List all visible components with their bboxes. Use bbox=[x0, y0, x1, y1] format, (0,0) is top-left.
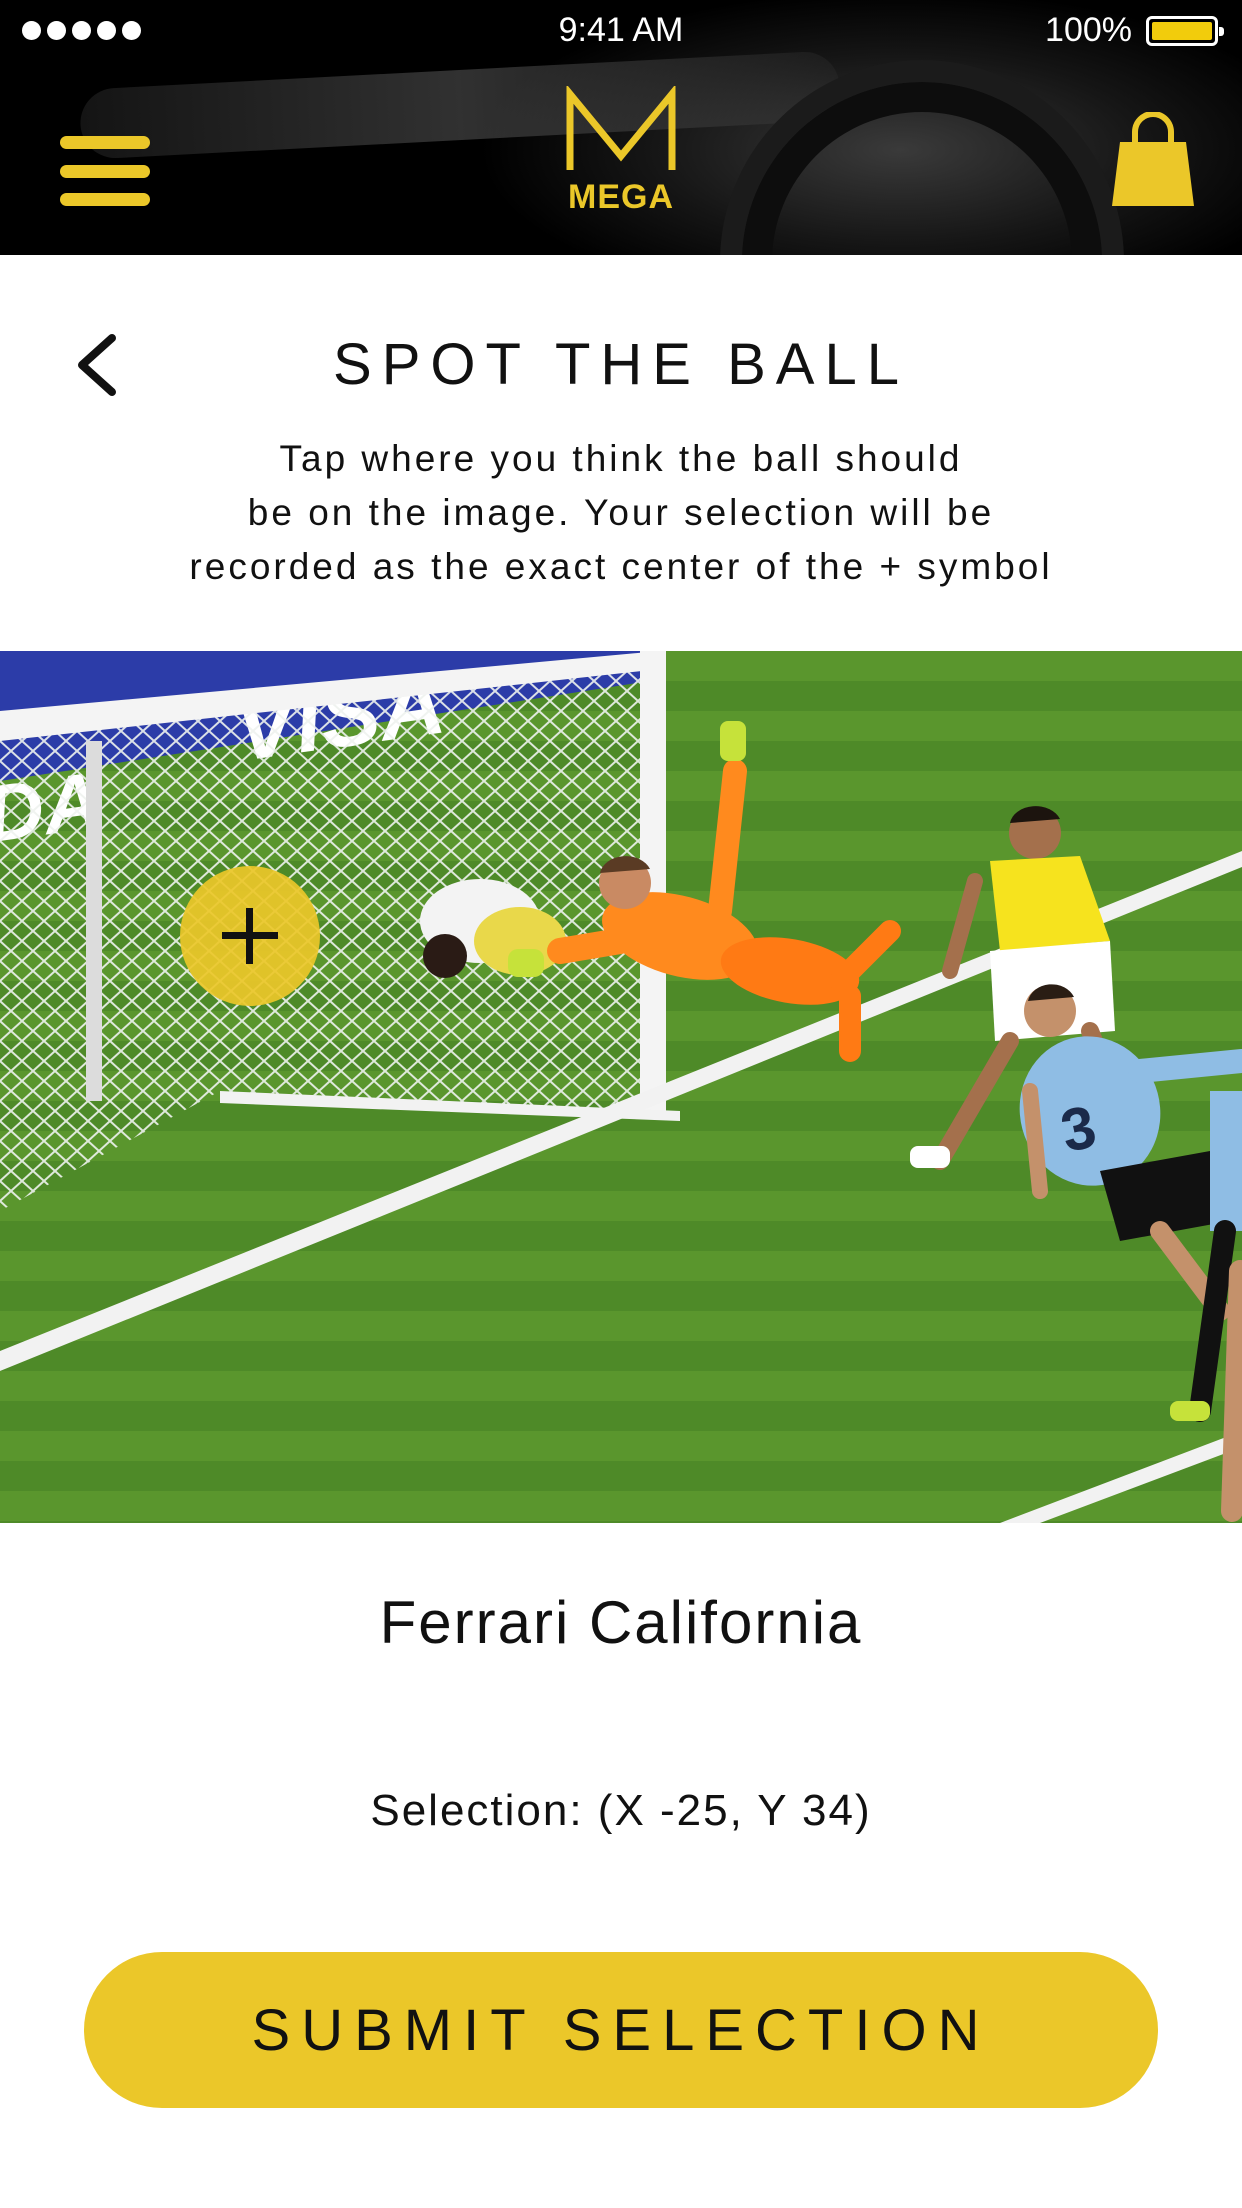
instructions-line: be on the image. Your selection will be bbox=[247, 492, 995, 533]
spot-the-ball-image[interactable]: VISA DA bbox=[0, 651, 1242, 1523]
title-row: SPOT THE BALL bbox=[0, 315, 1242, 415]
selection-coordinates: Selection: (X -25, Y 34) bbox=[370, 1786, 872, 1835]
mega-logo: MEGA bbox=[560, 84, 682, 216]
instructions: Tap where you think the ball should be o… bbox=[120, 432, 1122, 594]
header-background-car bbox=[78, 50, 842, 160]
logo-m-icon bbox=[566, 84, 676, 170]
instructions-line: Tap where you think the ball should bbox=[279, 438, 963, 479]
submit-selection-button[interactable]: SUBMIT SELECTION bbox=[84, 1952, 1158, 2108]
hamburger-menu-icon[interactable] bbox=[60, 136, 150, 206]
battery-percent: 100% bbox=[1045, 11, 1132, 49]
battery-icon bbox=[1146, 16, 1224, 46]
app-header: 9:41 AM 100% MEGA bbox=[0, 0, 1242, 255]
football-match-photo: VISA DA bbox=[0, 651, 1242, 1523]
plus-icon-vertical bbox=[246, 908, 253, 964]
logo-text: MEGA bbox=[568, 178, 674, 216]
shopping-bag-icon[interactable] bbox=[1110, 112, 1196, 208]
instructions-line: recorded as the exact center of the + sy… bbox=[189, 546, 1053, 587]
page-title: SPOT THE BALL bbox=[333, 332, 909, 397]
selection-marker[interactable] bbox=[180, 866, 320, 1006]
prize-name: Ferrari California bbox=[379, 1589, 863, 1656]
